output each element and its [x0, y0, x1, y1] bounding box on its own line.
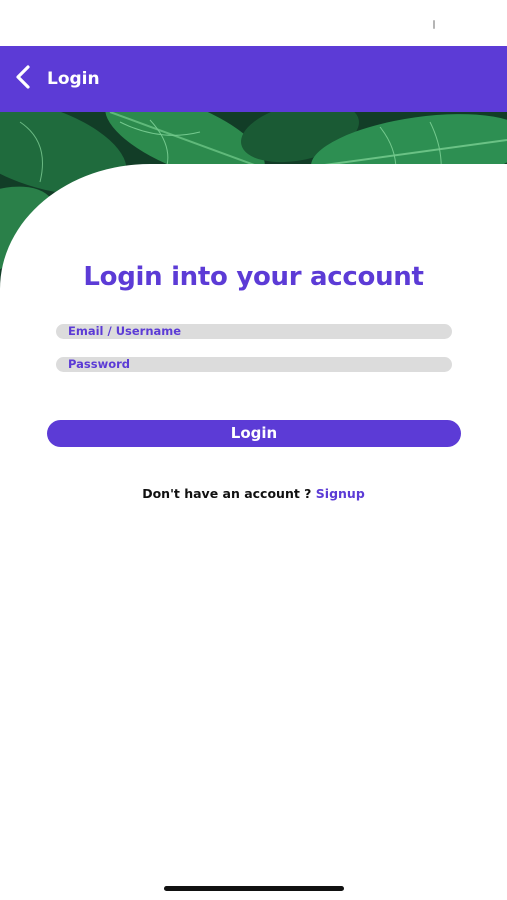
signup-row: Don't have an account ? Signup — [0, 485, 507, 503]
chevron-left-icon — [13, 64, 33, 94]
login-button[interactable]: Login — [47, 420, 461, 447]
home-indicator[interactable] — [164, 886, 344, 891]
email-field[interactable] — [56, 324, 452, 339]
signup-prompt: Don't have an account ? — [142, 486, 316, 501]
status-bar — [0, 0, 507, 46]
password-field[interactable] — [56, 357, 452, 372]
status-indicator — [433, 20, 435, 29]
page-heading: Login into your account — [83, 262, 424, 292]
app-bar-title: Login — [47, 69, 100, 89]
app-bar: Login — [0, 46, 507, 112]
back-button[interactable] — [8, 62, 38, 96]
signup-link[interactable]: Signup — [316, 486, 365, 501]
